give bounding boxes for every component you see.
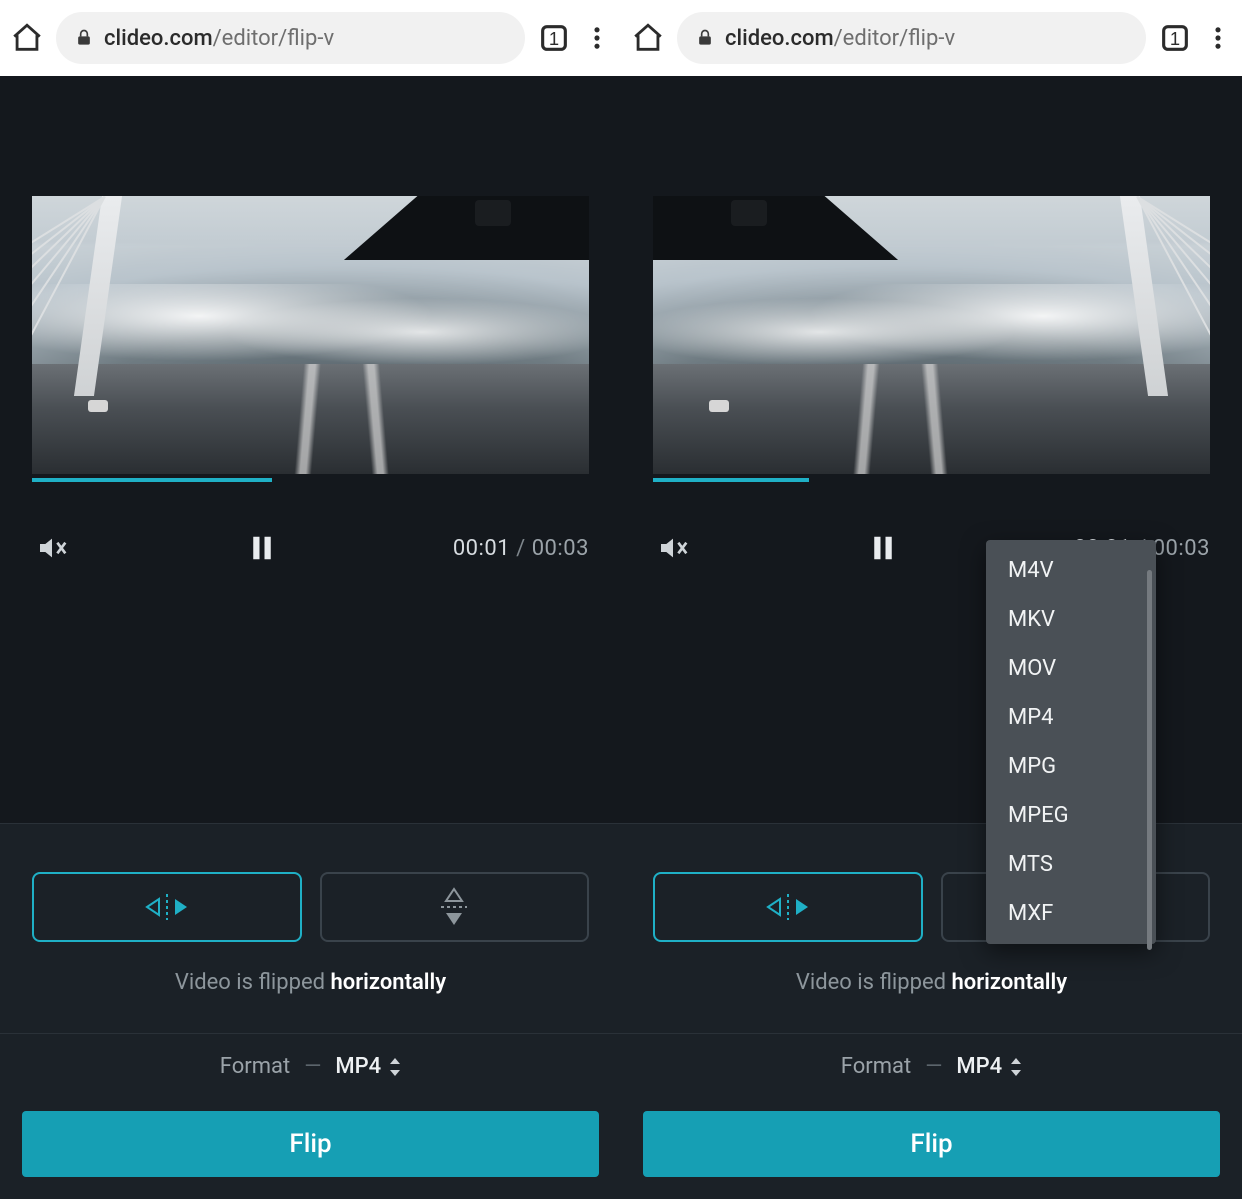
home-icon[interactable] (631, 21, 665, 55)
format-option[interactable]: MXF (986, 889, 1156, 938)
address-bar[interactable]: clideo.com/editor/flip-v (677, 12, 1146, 64)
separator-dash: — (925, 1054, 942, 1079)
pause-icon[interactable] (863, 528, 903, 568)
video-preview[interactable] (32, 196, 589, 474)
format-option[interactable]: MTS (986, 840, 1156, 889)
time-display: 00:01/00:03 (453, 536, 589, 561)
editor-area: 00:01/00:03 Video is flipped horizontall… (0, 76, 621, 1199)
flip-vertical-button[interactable] (320, 872, 590, 942)
format-option[interactable]: MPG (986, 742, 1156, 791)
mute-icon[interactable] (653, 528, 693, 568)
svg-text:1: 1 (549, 28, 559, 49)
flip-submit-button[interactable]: Flip (643, 1111, 1220, 1177)
editor-area: 00:01/00:03 Video is flipped horizontall… (621, 76, 1242, 1199)
tabs-count-icon[interactable]: 1 (1158, 21, 1192, 55)
lock-icon (695, 28, 715, 48)
progress-played (32, 478, 272, 482)
address-bar[interactable]: clideo.com/editor/flip-v (56, 12, 525, 64)
flip-horizontal-button[interactable] (32, 872, 302, 942)
format-option[interactable]: MPEG (986, 791, 1156, 840)
separator-dash: — (304, 1054, 321, 1079)
home-icon[interactable] (10, 21, 44, 55)
flip-status-text: Video is flipped horizontally (0, 970, 621, 995)
format-option[interactable]: M4V (986, 546, 1156, 595)
select-arrows-icon (1010, 1058, 1022, 1076)
browser-bar: clideo.com/editor/flip-v 1 (0, 0, 621, 76)
url-text: clideo.com/editor/flip-v (104, 26, 334, 51)
dropdown-scrollbar[interactable] (1147, 570, 1152, 950)
format-option[interactable]: MOV (986, 644, 1156, 693)
url-text: clideo.com/editor/flip-v (725, 26, 955, 51)
format-label: Format (220, 1054, 290, 1079)
format-label: Format (841, 1054, 911, 1079)
video-preview[interactable] (653, 196, 1210, 474)
progress-bar[interactable] (653, 478, 1210, 482)
mute-icon[interactable] (32, 528, 72, 568)
format-option[interactable]: MP4 (986, 693, 1156, 742)
browser-menu-icon[interactable] (583, 21, 611, 55)
pause-icon[interactable] (242, 528, 282, 568)
format-select[interactable]: MP4 (335, 1054, 401, 1079)
flip-submit-button[interactable]: Flip (22, 1111, 599, 1177)
lock-icon (74, 28, 94, 48)
browser-menu-icon[interactable] (1204, 21, 1232, 55)
format-dropdown[interactable]: M4V MKV MOV MP4 MPG MPEG MTS MXF (986, 540, 1156, 944)
flip-status-text: Video is flipped horizontally (621, 970, 1242, 995)
progress-played (653, 478, 809, 482)
tabs-count-icon[interactable]: 1 (537, 21, 571, 55)
flip-horizontal-button[interactable] (653, 872, 923, 942)
select-arrows-icon (389, 1058, 401, 1076)
svg-text:1: 1 (1170, 28, 1180, 49)
progress-bar[interactable] (32, 478, 589, 482)
format-select[interactable]: MP4 (956, 1054, 1022, 1079)
browser-bar: clideo.com/editor/flip-v 1 (621, 0, 1242, 76)
format-option[interactable]: MKV (986, 595, 1156, 644)
